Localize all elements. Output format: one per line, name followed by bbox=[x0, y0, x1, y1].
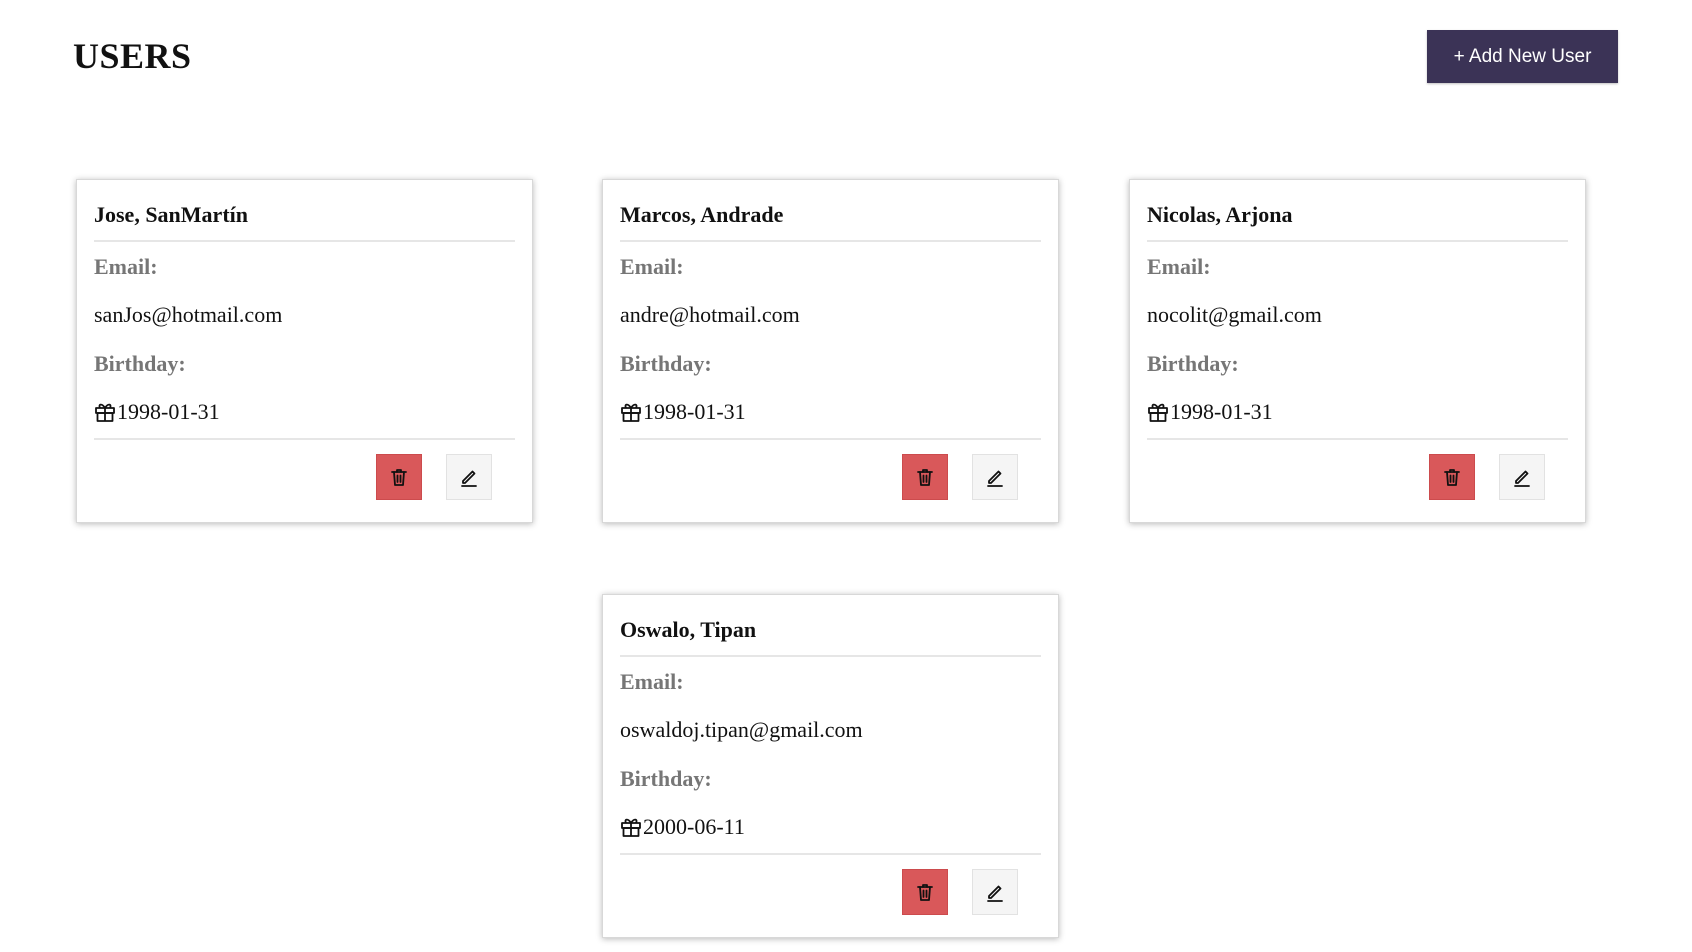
pencil-icon bbox=[987, 470, 1003, 487]
birthday-label: Birthday: bbox=[620, 351, 712, 376]
page-header: USERS + Add New User bbox=[0, 0, 1692, 120]
edit-button[interactable] bbox=[972, 454, 1018, 500]
trash-icon bbox=[917, 469, 933, 486]
card-divider bbox=[94, 240, 515, 242]
add-user-button[interactable]: + Add New User bbox=[1427, 30, 1618, 83]
gift-icon bbox=[621, 818, 641, 837]
card-divider bbox=[620, 655, 1041, 657]
email-label: Email: bbox=[1147, 254, 1211, 279]
birthday-date: 1998-01-31 bbox=[643, 399, 746, 424]
delete-button[interactable] bbox=[902, 869, 948, 915]
user-name: Jose, SanMartín bbox=[94, 202, 248, 227]
card-divider bbox=[620, 240, 1041, 242]
email-value: oswaldoj.tipan@gmail.com bbox=[620, 717, 863, 742]
birthday-label: Birthday: bbox=[94, 351, 186, 376]
delete-button[interactable] bbox=[1429, 454, 1475, 500]
email-label: Email: bbox=[620, 254, 684, 279]
email-label: Email: bbox=[620, 669, 684, 694]
trash-icon bbox=[1444, 469, 1460, 486]
birthday-value: 1998-01-31 bbox=[94, 399, 220, 425]
user-card: Nicolas, Arjona Email: nocolit@gmail.com… bbox=[1129, 179, 1586, 523]
edit-button[interactable] bbox=[446, 454, 492, 500]
user-card: Marcos, Andrade Email: andre@hotmail.com… bbox=[602, 179, 1059, 523]
trash-icon bbox=[391, 469, 407, 486]
gift-icon bbox=[621, 403, 641, 422]
edit-button[interactable] bbox=[1499, 454, 1545, 500]
email-label: Email: bbox=[94, 254, 158, 279]
card-divider bbox=[620, 853, 1041, 855]
trash-icon bbox=[917, 884, 933, 901]
delete-button[interactable] bbox=[376, 454, 422, 500]
user-card: Oswalo, Tipan Email: oswaldoj.tipan@gmai… bbox=[602, 594, 1059, 938]
gift-icon bbox=[95, 403, 115, 422]
delete-button[interactable] bbox=[902, 454, 948, 500]
card-divider bbox=[1147, 240, 1568, 242]
birthday-label: Birthday: bbox=[1147, 351, 1239, 376]
birthday-value: 1998-01-31 bbox=[1147, 399, 1273, 425]
card-divider bbox=[620, 438, 1041, 440]
page-title: USERS bbox=[73, 36, 192, 76]
pencil-icon bbox=[1514, 470, 1530, 487]
user-card: Jose, SanMartín Email: sanJos@hotmail.co… bbox=[76, 179, 533, 523]
user-name: Marcos, Andrade bbox=[620, 202, 784, 227]
pencil-icon bbox=[987, 885, 1003, 902]
gift-icon bbox=[1148, 403, 1168, 422]
user-name: Oswalo, Tipan bbox=[620, 617, 757, 642]
email-value: sanJos@hotmail.com bbox=[94, 302, 283, 327]
edit-button[interactable] bbox=[972, 869, 1018, 915]
birthday-label: Birthday: bbox=[620, 766, 712, 791]
birthday-date: 1998-01-31 bbox=[1170, 399, 1273, 424]
email-value: andre@hotmail.com bbox=[620, 302, 800, 327]
birthday-value: 1998-01-31 bbox=[620, 399, 746, 425]
pencil-icon bbox=[461, 470, 477, 487]
birthday-date: 1998-01-31 bbox=[117, 399, 220, 424]
email-value: nocolit@gmail.com bbox=[1147, 302, 1322, 327]
card-divider bbox=[94, 438, 515, 440]
card-divider bbox=[1147, 438, 1568, 440]
user-name: Nicolas, Arjona bbox=[1147, 202, 1293, 227]
birthday-value: 2000-06-11 bbox=[620, 814, 745, 840]
birthday-date: 2000-06-11 bbox=[643, 814, 745, 839]
